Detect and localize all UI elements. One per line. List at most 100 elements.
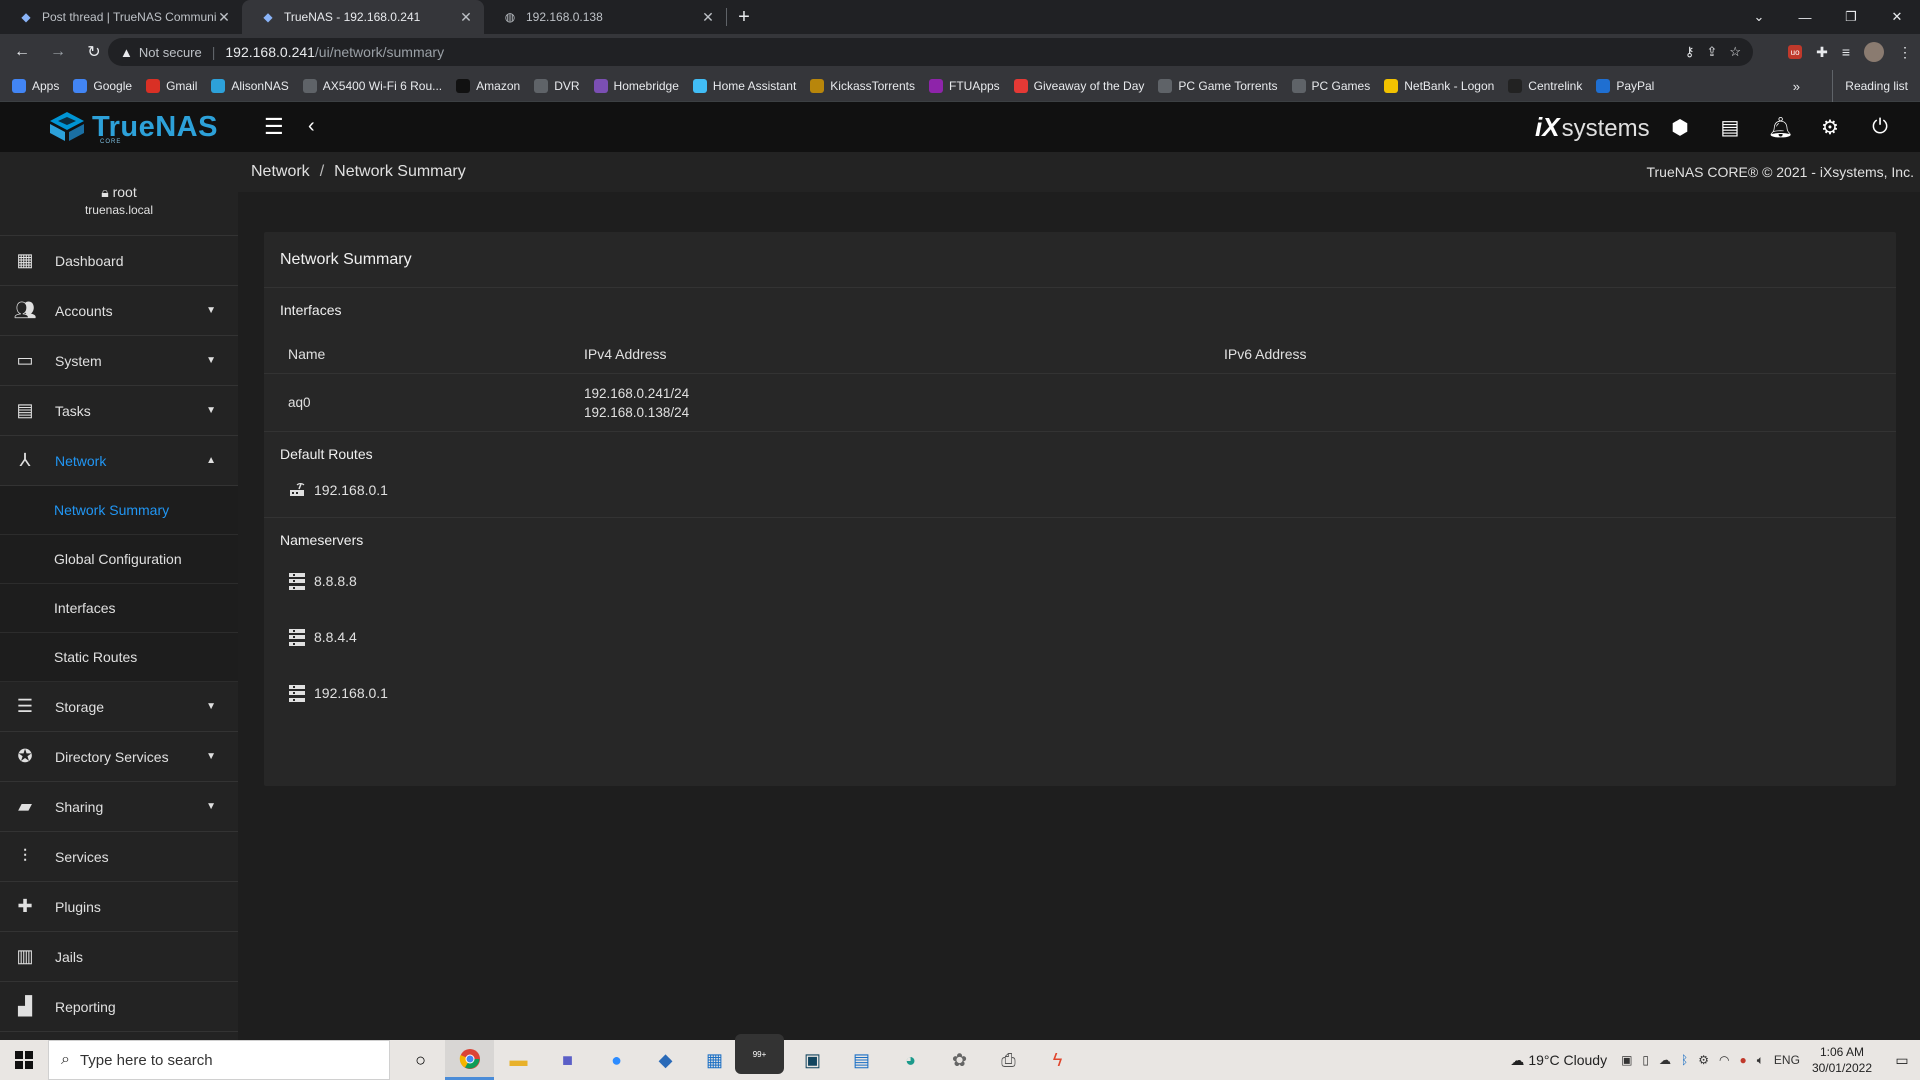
clock[interactable]: 1:06 AM 30/01/2022 (1812, 1044, 1872, 1076)
bookmark-item[interactable]: AlisonNAS (211, 78, 289, 93)
settings-gear-icon[interactable]: ⚙ (1818, 115, 1842, 140)
sidebar-item-storage[interactable]: ☰ Storage ▼ (0, 682, 238, 732)
bookmark-item[interactable]: Apps (12, 78, 59, 93)
bookmark-item[interactable]: Homebridge (593, 78, 679, 93)
volume-icon[interactable]: 🔈︎ (1757, 1053, 1764, 1068)
wifi-icon[interactable]: ◠ (1719, 1053, 1729, 1068)
bookmark-item[interactable]: PC Games (1291, 78, 1370, 93)
weather-widget[interactable]: ☁ 19°C Cloudy (1510, 1052, 1607, 1069)
bookmark-item[interactable]: PC Game Torrents (1158, 78, 1278, 93)
reading-list-button[interactable]: Reading list (1832, 70, 1908, 102)
reload-icon[interactable]: ↻ (80, 38, 108, 66)
input-language[interactable]: ENG (1774, 1053, 1800, 1068)
more-bookmarks-button[interactable]: » (1793, 70, 1800, 102)
caret-down-icon: ▼ (206, 701, 216, 712)
teams-icon[interactable]: ■ (543, 1040, 592, 1080)
close-window-icon[interactable]: ✕ (1874, 0, 1920, 34)
browser-tab[interactable]: ◆ Post thread | TrueNAS Communit ✕ (0, 0, 242, 34)
file-explorer-icon[interactable]: ▬ (494, 1040, 543, 1080)
sidebar-item-system[interactable]: ▭ System ▼ (0, 336, 238, 386)
new-tab-button[interactable]: + (727, 0, 761, 34)
browser-menu-icon[interactable]: ⋮ (1898, 44, 1912, 61)
sidebar-item-jails[interactable]: ▥ Jails (0, 932, 238, 982)
antivirus-icon[interactable]: ● (1739, 1053, 1746, 1068)
close-tab-icon[interactable]: ✕ (216, 9, 232, 26)
tray-settings-icon[interactable]: ⚙ (1698, 1053, 1709, 1068)
bookmark-star-icon[interactable]: ☆ (1729, 44, 1741, 60)
sidebar-item-directory-services[interactable]: ✪ Directory Services ▼ (0, 732, 238, 782)
chrome-icon[interactable] (445, 1040, 494, 1080)
cortana-icon[interactable]: ○ (396, 1040, 445, 1080)
close-tab-icon[interactable]: ✕ (700, 9, 716, 26)
extensions-puzzle-icon[interactable]: ✚ (1816, 44, 1828, 61)
bookmark-item[interactable]: NetBank - Logon (1384, 78, 1494, 93)
truecommand-icon[interactable]: ⬢ (1668, 115, 1692, 140)
sidebar-item-reporting[interactable]: ▟ Reporting (0, 982, 238, 1032)
bookmark-item[interactable]: KickassTorrents (810, 78, 915, 93)
bookmark-item[interactable]: DVR (534, 78, 580, 93)
breadcrumb-network[interactable]: Network (251, 163, 310, 181)
ixsystems-logo[interactable]: iX systems (1535, 112, 1650, 143)
search-placeholder: Type here to search (79, 1051, 213, 1069)
notification-center-icon[interactable]: ▭ (1884, 1052, 1920, 1069)
settings-app-icon[interactable]: ✿ (935, 1040, 984, 1080)
taskbar-search[interactable]: ⌕ Type here to search (48, 1040, 390, 1080)
media-queue-icon[interactable]: ≡ (1842, 44, 1850, 60)
sidebar-item-sharing[interactable]: ▰ Sharing ▼ (0, 782, 238, 832)
edge-icon[interactable]: ◕ (886, 1040, 935, 1080)
address-bar[interactable]: ▲ Not secure | 192.168.0.241 /ui/network… (108, 38, 1753, 66)
browser-tab-active[interactable]: ◆ TrueNAS - 192.168.0.241 ✕ (242, 0, 484, 34)
bookmark-item[interactable]: Giveaway of the Day (1013, 78, 1144, 93)
sidebar-item-services[interactable]: ⫶ Services (0, 832, 238, 882)
power-icon[interactable]: ⏻ (1868, 116, 1892, 139)
bookmark-item[interactable]: FTUApps (928, 78, 1000, 93)
zoom-icon[interactable]: ● (592, 1040, 641, 1080)
browser-tab[interactable]: ◍ 192.168.0.138 ✕ (484, 0, 726, 34)
printer-icon[interactable]: ⎙ (984, 1040, 1033, 1080)
sidebar-subitem-global-configuration[interactable]: Global Configuration (0, 535, 238, 584)
bookmark-item[interactable]: Google (73, 78, 132, 93)
bookmark-item[interactable]: AX5400 Wi-Fi 6 Rou... (302, 78, 442, 93)
sidebar-item-tasks[interactable]: ▤ Tasks ▼ (0, 386, 238, 436)
mail-icon[interactable]: ✉99+ (735, 1034, 788, 1080)
start-button[interactable] (0, 1040, 48, 1080)
bluetooth-icon[interactable]: ᛒ (1681, 1053, 1688, 1068)
tray-app-icon[interactable]: ▣ (1621, 1053, 1632, 1068)
sidebar-subitem-network-summary[interactable]: Network Summary (0, 486, 238, 535)
menu-toggle-icon[interactable]: ☰ (264, 116, 288, 138)
bookmark-label: Gmail (166, 78, 198, 93)
sidebar-item-dashboard[interactable]: ▦ Dashboard (0, 236, 238, 286)
back-arrow-icon[interactable]: ← (8, 38, 36, 66)
calendar-icon[interactable]: ▦ (690, 1040, 739, 1080)
bookmark-item[interactable]: Home Assistant (692, 78, 796, 93)
bookmark-favicon-icon (1508, 78, 1523, 93)
task-manager-icon[interactable]: ▤ (1718, 115, 1742, 140)
collapse-sidebar-icon[interactable]: ‹ (308, 115, 315, 138)
bookmark-item[interactable]: PayPal (1596, 78, 1654, 93)
bolt-app-icon[interactable]: ϟ (1033, 1040, 1082, 1080)
profile-avatar[interactable] (1864, 42, 1884, 62)
close-tab-icon[interactable]: ✕ (458, 9, 474, 26)
tab-search-icon[interactable]: ⌄ (1736, 0, 1782, 34)
key-icon[interactable]: ⚷ (1685, 44, 1695, 60)
usb-icon[interactable]: ▯ (1642, 1053, 1649, 1068)
app-icon[interactable]: ▣ (788, 1040, 837, 1080)
onedrive-icon[interactable]: ☁ (1659, 1053, 1671, 1068)
restore-icon[interactable]: ❐ (1828, 0, 1874, 34)
truenas-logo[interactable]: TrueNAS CORE (48, 110, 218, 145)
notifications-bell-icon[interactable]: 🔔︎ (1768, 115, 1793, 140)
store-icon[interactable]: ▤ (837, 1040, 886, 1080)
bookmark-item[interactable]: Gmail (146, 78, 198, 93)
share-icon[interactable]: ⇪ (1706, 44, 1717, 60)
bookmark-item[interactable]: Centrelink (1508, 78, 1582, 93)
ublock-extension-icon[interactable]: uo (1788, 45, 1803, 59)
bookmark-app-icon[interactable]: ◆ (641, 1040, 690, 1080)
sidebar-subitem-interfaces[interactable]: Interfaces (0, 584, 238, 633)
bookmark-item[interactable]: Amazon (456, 78, 520, 93)
sidebar-subitem-static-routes[interactable]: Static Routes (0, 633, 238, 682)
sidebar-item-plugins[interactable]: ✚ Plugins (0, 882, 238, 932)
forward-arrow-icon[interactable]: → (44, 38, 72, 66)
minimize-icon[interactable]: — (1782, 0, 1828, 34)
sidebar-item-accounts[interactable]: 👥︎ Accounts ▼ (0, 286, 238, 336)
sidebar-item-network[interactable]: ⅄ Network ▲ (0, 436, 238, 486)
